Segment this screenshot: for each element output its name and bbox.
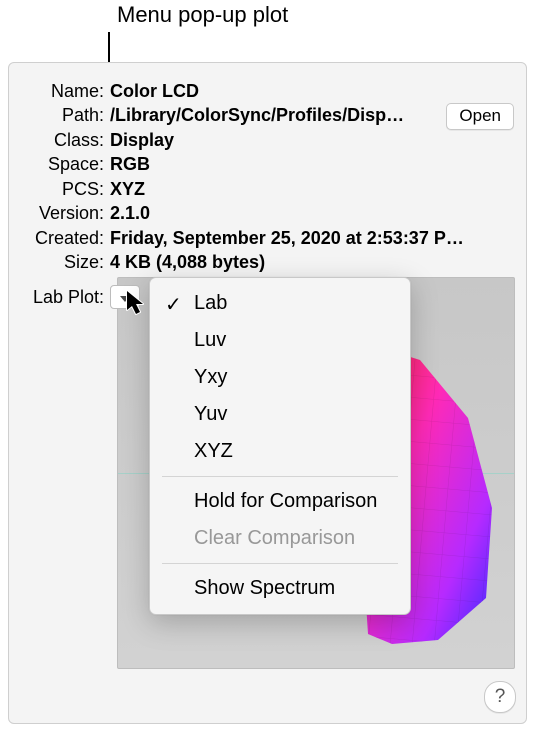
help-button[interactable]: ? [484,681,516,713]
row-path: Path: /Library/ColorSync/Profiles/Disp… … [22,103,514,127]
row-name: Name: Color LCD [22,79,514,103]
profile-inspector-window: Name: Color LCD Path: /Library/ColorSync… [8,62,527,724]
label-created: Created: [22,226,110,250]
row-class: Class: Display [22,128,514,152]
value-size: 4 KB (4,088 bytes) [110,250,265,274]
lab-plot-popup-menu: Lab✓LuvYxyYuvXYZ Hold for Comparison Cle… [149,277,411,615]
row-created: Created: Friday, September 25, 2020 at 2… [22,226,514,250]
label-space: Space: [22,152,110,176]
label-pcs: PCS: [22,177,110,201]
value-class: Display [110,128,174,152]
label-name: Name: [22,79,110,103]
label-class: Class: [22,128,110,152]
root: Menu pop-up plot Name: Color LCD Path: /… [0,0,537,747]
menu-item-xyz[interactable]: XYZ [150,433,410,470]
value-name: Color LCD [110,79,199,103]
menu-separator-1 [162,476,398,477]
menu-item-hold-for-comparison[interactable]: Hold for Comparison [150,483,410,520]
chevron-down-icon [120,287,130,308]
row-space: Space: RGB [22,152,514,176]
lab-plot-popup-button[interactable] [110,285,140,309]
menu-separator-2 [162,563,398,564]
value-created: Friday, September 25, 2020 at 2:53:37 P… [110,226,464,250]
menu-item-show-spectrum[interactable]: Show Spectrum [150,570,410,607]
label-version: Version: [22,201,110,225]
profile-info-block: Name: Color LCD Path: /Library/ColorSync… [22,79,514,275]
label-size: Size: [22,250,110,274]
menu-item-lab[interactable]: Lab✓ [150,285,410,322]
menu-item-clear-comparison: Clear Comparison [150,520,410,557]
row-lab-plot: Lab Plot: [22,285,140,309]
menu-item-yuv[interactable]: Yuv [150,396,410,433]
value-space: RGB [110,152,150,176]
label-path: Path: [22,103,110,127]
open-button[interactable]: Open [446,103,514,130]
label-lab-plot: Lab Plot: [22,287,110,308]
menu-item-luv[interactable]: Luv [150,322,410,359]
value-pcs: XYZ [110,177,145,201]
menu-item-yxy[interactable]: Yxy [150,359,410,396]
value-version: 2.1.0 [110,201,150,225]
row-pcs: PCS: XYZ [22,177,514,201]
checkmark-icon: ✓ [165,292,182,317]
row-version: Version: 2.1.0 [22,201,514,225]
callout-label: Menu pop-up plot [117,2,288,28]
row-size: Size: 4 KB (4,088 bytes) [22,250,514,274]
value-path: /Library/ColorSync/Profiles/Disp… [110,103,404,127]
